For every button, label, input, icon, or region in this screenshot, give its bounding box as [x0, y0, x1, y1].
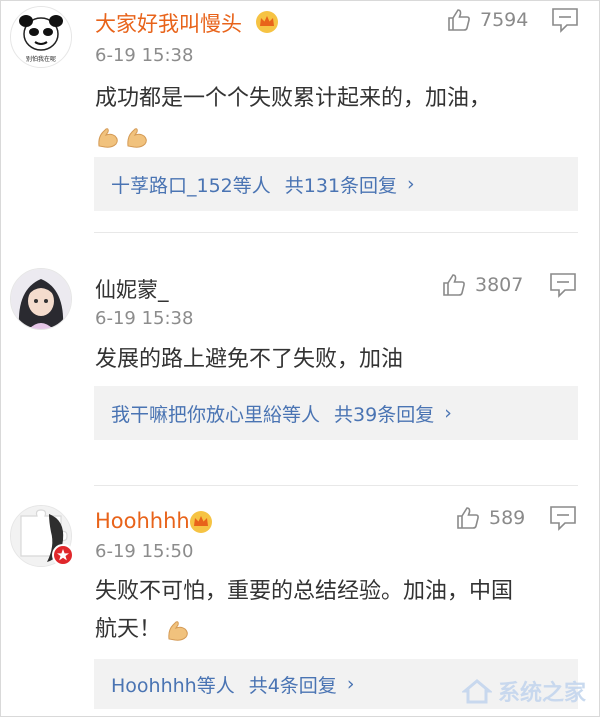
- comment-text-line: 发展的路上避免不了失败，加油: [95, 347, 404, 372]
- timestamp: 6-19 15:50: [95, 541, 194, 562]
- vip-crown-icon: [190, 511, 212, 533]
- reply-users: 我干嘛把你放心里綌等人: [111, 403, 321, 426]
- avatar[interactable]: [10, 268, 72, 330]
- house-logo-icon: [461, 679, 492, 704]
- watermark-text: 系统之家: [497, 681, 586, 706]
- comment-text: 成功都是一个个失败累计起来的，加油，: [95, 80, 585, 156]
- reply-count: 共131条回复: [284, 174, 398, 197]
- reply-users: Hoohhhh等人: [111, 674, 235, 697]
- reply-bubble-icon[interactable]: [550, 6, 580, 34]
- thumbs-up-icon: [457, 507, 479, 529]
- like-count: 7594: [480, 9, 529, 31]
- muscle-emoji-icon: [127, 128, 147, 148]
- comment-2: 仙妮蒙_ 3807 6-19 15:38 发展的路上避免不了失败，加油 我干嘛把…: [0, 250, 600, 470]
- reply-bubble-icon[interactable]: [548, 504, 578, 532]
- divider: [94, 232, 578, 233]
- muscle-emoji-icon: [98, 128, 118, 148]
- comment-text-line: 失败不可怕，重要的总结经验。加油，中国: [95, 579, 514, 604]
- reply-bubble-icon[interactable]: [548, 271, 578, 299]
- vip-crown-icon: [256, 11, 278, 33]
- thumbs-up-icon: [448, 9, 470, 31]
- muscle-emoji-icon: [168, 621, 188, 641]
- like-button[interactable]: 3807: [441, 270, 523, 300]
- comment-text: 失败不可怕，重要的总结经验。加油，中国 航天！: [95, 573, 585, 649]
- chevron-right-icon: ›: [407, 173, 415, 195]
- chevron-right-icon: ›: [444, 402, 452, 424]
- like-count: 589: [489, 507, 526, 529]
- comment-text-line: 成功都是一个个失败累计起来的，加油，: [95, 86, 492, 111]
- like-button[interactable]: 7594: [446, 5, 528, 35]
- divider: [94, 485, 578, 486]
- username[interactable]: Hoohhhh: [95, 509, 190, 533]
- watermark: 系统之家: [461, 675, 586, 707]
- thumbs-up-icon: [443, 274, 465, 296]
- timestamp: 6-19 15:38: [95, 45, 194, 66]
- comment-1: 别怕我在呢 大家好我叫慢头 7594 6-19 15:38 成功都是一个个失败累…: [0, 0, 600, 240]
- verified-badge-icon: [52, 544, 74, 566]
- anime-girl-avatar-icon: [11, 269, 71, 329]
- replies-preview[interactable]: 十莩路口_152等人 共131条回复 ›: [94, 157, 578, 211]
- reply-users: 十莩路口_152等人: [111, 174, 271, 197]
- reply-count: 共39条回复: [334, 403, 435, 426]
- like-button[interactable]: 589: [455, 503, 525, 533]
- avatar-caption: 别怕我在呢: [25, 56, 56, 63]
- comment-text: 发展的路上避免不了失败，加油: [95, 341, 585, 379]
- comment-text-line: 航天！: [95, 617, 162, 642]
- reply-count: 共4条回复: [248, 674, 337, 697]
- chevron-right-icon: ›: [346, 673, 355, 695]
- avatar[interactable]: 别怕我在呢: [10, 6, 72, 68]
- replies-preview[interactable]: 我干嘛把你放心里綌等人 共39条回复 ›: [94, 386, 578, 440]
- username[interactable]: 仙妮蒙_: [95, 274, 169, 304]
- like-count: 3807: [475, 274, 524, 296]
- timestamp: 6-19 15:38: [95, 308, 194, 329]
- username[interactable]: 大家好我叫慢头: [95, 8, 242, 38]
